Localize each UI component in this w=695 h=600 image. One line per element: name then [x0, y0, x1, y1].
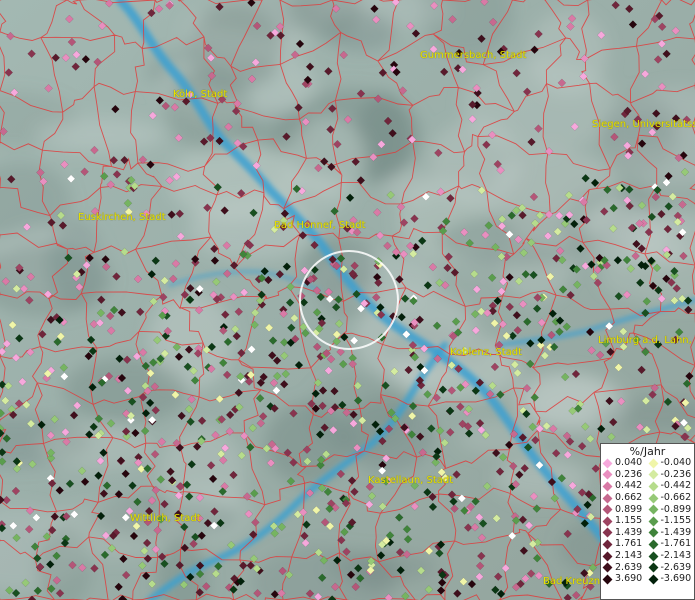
legend-label: -0.236 [660, 468, 692, 480]
legend-swatch [602, 574, 613, 585]
city-label-koblenz: Koblenz, Stadt [450, 347, 523, 358]
map-canvas[interactable] [0, 0, 695, 600]
legend-entry: 1.155 [602, 516, 648, 527]
legend-entry: 2.639 [602, 562, 648, 573]
legend-swatch [602, 527, 613, 538]
legend-swatch [648, 481, 658, 492]
legend-label: -1.155 [660, 515, 692, 527]
legend-entry: -3.690 [648, 574, 694, 585]
legend-label: -3.690 [660, 573, 692, 585]
legend-label: -2.639 [660, 561, 692, 573]
legend-swatch [602, 458, 613, 469]
legend-entry: -2.143 [648, 551, 694, 562]
legend-swatch [602, 493, 613, 504]
legend-swatch [648, 551, 658, 561]
legend-swatch [648, 527, 658, 538]
map-legend: %/Jahr 0.040 -0.040 0.236 -0.236 0.442 -0.442… [600, 443, 695, 600]
legend-swatch [602, 516, 613, 527]
legend-label: 0.236 [615, 468, 643, 480]
city-label-gummersbach: Gummersbach, Stadt [420, 50, 527, 61]
legend-swatch [602, 481, 613, 492]
city-label-siegen: Siegen, Universitätss [592, 119, 695, 130]
city-label-limburg: Limburg a.d. Lahn, K [598, 335, 695, 346]
legend-entry: -2.639 [648, 562, 694, 573]
legend-swatch [648, 516, 658, 527]
legend-entry: 0.040 [602, 458, 648, 469]
legend-swatch [602, 539, 613, 550]
legend-label: 1.761 [615, 538, 643, 550]
legend-swatch [602, 504, 613, 515]
legend-swatch [648, 458, 658, 469]
city-label-bad-honnef: Bad Honnef, Stadt [274, 220, 366, 231]
legend-entry: 1.761 [602, 539, 648, 550]
legend-entry: 0.442 [602, 481, 648, 492]
legend-entry: -0.236 [648, 468, 694, 481]
legend-entry: 3.690 [602, 574, 648, 585]
legend-entry: -1.155 [648, 516, 694, 527]
legend-label: -0.662 [660, 492, 692, 504]
legend-entry: -0.899 [648, 504, 694, 515]
legend-entry: 0.899 [602, 504, 648, 515]
legend-label: 0.442 [615, 480, 643, 492]
legend-entry: 0.236 [602, 468, 648, 481]
legend-swatch [602, 551, 613, 561]
legend-entry: 2.143 [602, 551, 648, 562]
legend-entry: -0.662 [648, 493, 694, 504]
legend-label: 1.155 [615, 515, 643, 527]
legend-label: 3.690 [615, 573, 643, 585]
legend-swatch [602, 469, 613, 480]
legend-title: %/Jahr [629, 445, 666, 458]
legend-label: 0.662 [615, 492, 643, 504]
legend-label: 0.040 [615, 457, 643, 469]
legend-label: -0.040 [660, 457, 692, 469]
legend-entry: -1.761 [648, 539, 694, 550]
legend-label: -0.442 [660, 480, 692, 492]
legend-entry: 0.662 [602, 493, 648, 504]
legend-swatch [648, 539, 658, 550]
city-label-euskirchen: Euskirchen, Stadt [78, 212, 166, 223]
legend-swatch [648, 493, 658, 504]
legend-label: 1.439 [615, 526, 643, 538]
city-label-koeln: Köln, Stadt [173, 89, 228, 100]
legend-swatch [648, 562, 658, 573]
legend-label: 2.143 [615, 550, 643, 562]
legend-label: -0.899 [660, 503, 692, 515]
legend-label: -1.761 [660, 538, 692, 550]
city-label-wittlich: Wittlich, Stadt [130, 513, 201, 524]
legend-entry: -0.442 [648, 481, 694, 492]
legend-label: -1.439 [660, 526, 692, 538]
legend-swatch [648, 469, 658, 480]
legend-entry: -0.040 [648, 458, 694, 469]
city-label-bad-kreuznach: Bad Kreuzn [543, 576, 601, 587]
legend-entries: 0.040 -0.040 0.236 -0.236 0.442 -0.442 0.662 -0… [601, 458, 694, 585]
legend-label: 2.639 [615, 561, 643, 573]
legend-entry: 1.439 [602, 526, 648, 539]
legend-swatch [648, 504, 658, 515]
city-label-kastellaun: Kastellaun, Stadt [368, 475, 454, 486]
map-view[interactable]: Köln, Stadt Gummersbach, Stadt Siegen, U… [0, 0, 695, 600]
legend-swatch [602, 562, 613, 573]
legend-swatch [648, 574, 658, 585]
legend-entry: -1.439 [648, 526, 694, 539]
legend-label: 0.899 [615, 503, 643, 515]
legend-label: -2.143 [660, 550, 692, 562]
